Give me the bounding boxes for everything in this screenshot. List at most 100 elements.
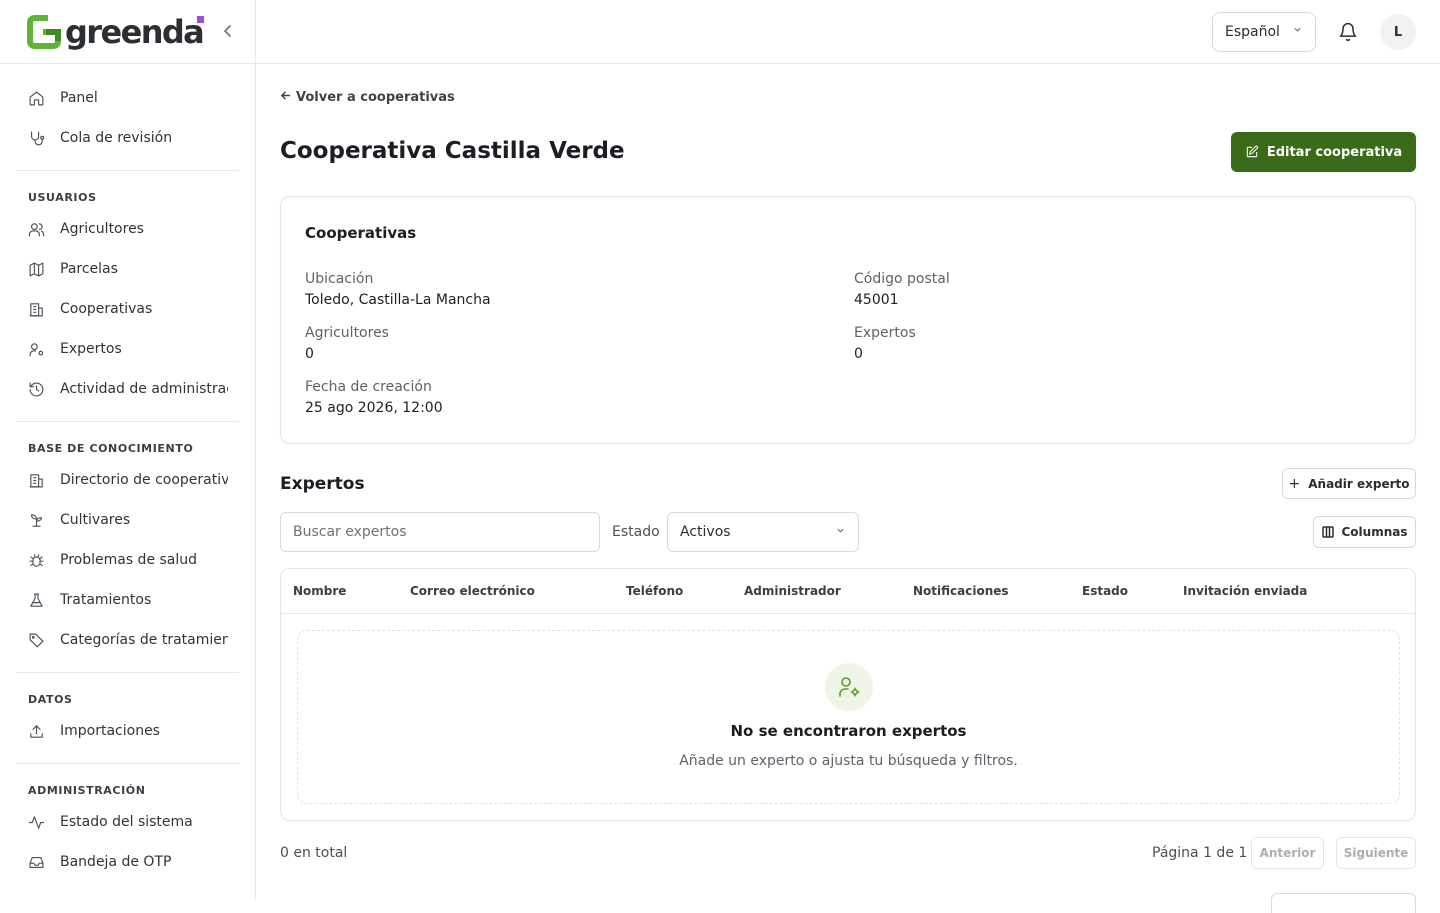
add-expert-button[interactable]: + Añadir experto bbox=[1282, 468, 1416, 499]
columns-button[interactable]: Columnas bbox=[1313, 516, 1416, 548]
sidebar-item-label: Cultivares bbox=[60, 512, 131, 528]
column-header-name[interactable]: Nombre bbox=[293, 584, 346, 598]
home-icon bbox=[29, 91, 44, 105]
empty-state-subtitle: Añade un experto o ajusta tu búsqueda y … bbox=[679, 753, 1018, 769]
page-info: Página 1 de 1 bbox=[1152, 845, 1248, 861]
sidebar-item-label: Panel bbox=[60, 90, 98, 106]
experts-table: Nombre Correo electrónico Teléfono Admin… bbox=[280, 568, 1416, 821]
building-icon bbox=[29, 302, 43, 316]
search-placeholder: Buscar expertos bbox=[293, 524, 407, 540]
sprout-icon bbox=[30, 513, 43, 527]
brand-name: greenda bbox=[65, 12, 205, 51]
sidebar-item-label: Expertos bbox=[60, 341, 122, 357]
field-label: Código postal bbox=[854, 271, 950, 287]
chevron-left-icon[interactable] bbox=[219, 22, 237, 40]
sidebar-item-treatments[interactable]: Tratamientos bbox=[16, 580, 228, 620]
back-link[interactable]: Volver a cooperativas bbox=[280, 90, 455, 105]
users-icon bbox=[28, 222, 45, 236]
columns-icon bbox=[1321, 526, 1334, 538]
stethoscope-icon bbox=[30, 131, 45, 145]
greenda-logo-icon bbox=[27, 14, 61, 49]
column-header-admin[interactable]: Administrador bbox=[744, 584, 841, 598]
brand: greenda bbox=[0, 0, 255, 64]
nav-group-data: DATOS Importaciones bbox=[16, 673, 239, 764]
topbar: Español L bbox=[256, 0, 1440, 64]
sidebar-item-label: Cola de revisión bbox=[60, 130, 173, 146]
nav-group-title: ADMINISTRACIÓN bbox=[28, 784, 146, 797]
chevron-down-icon bbox=[836, 526, 845, 538]
field-label: Agricultores bbox=[305, 325, 389, 341]
language-select[interactable]: Español bbox=[1212, 12, 1316, 52]
status-filter-label: Estado bbox=[612, 524, 660, 540]
field-postal-code: Código postal 45001 bbox=[854, 271, 950, 308]
sidebar-item-label: Agricultores bbox=[60, 221, 144, 237]
page-title: Cooperativa Castilla Verde bbox=[280, 138, 625, 164]
empty-state: No se encontraron expertos Añade un expe… bbox=[297, 630, 1400, 804]
columns-label: Columnas bbox=[1341, 525, 1408, 539]
language-value: Español bbox=[1225, 24, 1280, 40]
previous-page-button[interactable]: Anterior bbox=[1251, 837, 1324, 869]
sidebar-item-farmers[interactable]: Agricultores bbox=[16, 209, 228, 249]
upload-icon bbox=[30, 724, 43, 738]
experts-section-title: Expertos bbox=[280, 474, 365, 494]
field-value: 0 bbox=[305, 346, 314, 362]
history-icon bbox=[29, 382, 44, 396]
nav-group-knowledge: BASE DE CONOCIMIENTO Directorio de coope… bbox=[16, 422, 239, 673]
table-header: Nombre Correo electrónico Teléfono Admin… bbox=[281, 569, 1415, 614]
sidebar-item-label: Parcelas bbox=[60, 261, 118, 277]
status-filter-select[interactable]: Activos bbox=[667, 512, 859, 552]
column-header-invitation[interactable]: Invitación enviada bbox=[1183, 584, 1307, 598]
nav-group-admin: ADMINISTRACIÓN Estado del sistema Bandej… bbox=[16, 764, 239, 894]
field-value: 25 ago 2026, 12:00 bbox=[305, 400, 443, 416]
details-card: Cooperativas Ubicación Toledo, Castilla-… bbox=[280, 196, 1416, 444]
search-input[interactable]: Buscar expertos bbox=[280, 512, 600, 552]
sidebar-item-panel[interactable]: Panel bbox=[16, 78, 228, 118]
sidebar-item-label: Categorías de tratamiento bbox=[60, 632, 228, 648]
partial-button[interactable] bbox=[1271, 893, 1416, 913]
sidebar-item-label: Importaciones bbox=[60, 723, 160, 739]
sidebar-item-review-queue[interactable]: Cola de revisión bbox=[16, 118, 228, 158]
edit-cooperative-button[interactable]: Editar cooperativa bbox=[1231, 132, 1416, 172]
column-header-phone[interactable]: Teléfono bbox=[626, 584, 683, 598]
sidebar-item-cooperatives[interactable]: Cooperativas bbox=[16, 289, 228, 329]
nav-group-main: Panel Cola de revisión bbox=[16, 64, 239, 171]
nav-group-title: DATOS bbox=[28, 693, 73, 706]
sidebar-item-system-status[interactable]: Estado del sistema bbox=[16, 802, 228, 842]
avatar[interactable]: L bbox=[1380, 14, 1416, 50]
sidebar-item-label: Estado del sistema bbox=[60, 814, 193, 830]
arrow-left-icon bbox=[280, 90, 291, 105]
sidebar-item-coop-directory[interactable]: Directorio de cooperativas bbox=[16, 460, 228, 500]
bell-icon[interactable] bbox=[1338, 22, 1358, 42]
plus-icon: + bbox=[1288, 475, 1301, 492]
sidebar-item-imports[interactable]: Importaciones bbox=[16, 711, 228, 751]
sidebar-item-treatment-categories[interactable]: Categorías de tratamiento bbox=[16, 620, 228, 660]
user-cog-icon bbox=[839, 677, 860, 697]
sidebar-item-label: Actividad de administración bbox=[60, 381, 228, 397]
chevron-down-icon bbox=[1293, 25, 1302, 37]
field-label: Fecha de creación bbox=[305, 379, 432, 395]
sidebar-item-admin-activity[interactable]: Actividad de administración bbox=[16, 369, 228, 409]
sidebar-item-plots[interactable]: Parcelas bbox=[16, 249, 228, 289]
field-farmers: Agricultores 0 bbox=[305, 325, 389, 362]
column-header-email[interactable]: Correo electrónico bbox=[410, 584, 535, 598]
field-location: Ubicación Toledo, Castilla-La Mancha bbox=[305, 271, 491, 308]
sidebar-item-otp-inbox[interactable]: Bandeja de OTP bbox=[16, 842, 228, 882]
sidebar-item-health-issues[interactable]: Problemas de salud bbox=[16, 540, 228, 580]
map-icon bbox=[29, 262, 44, 276]
back-link-label: Volver a cooperativas bbox=[296, 90, 455, 105]
field-value: Toledo, Castilla-La Mancha bbox=[305, 292, 491, 308]
empty-state-badge bbox=[825, 663, 873, 711]
user-cog-icon bbox=[29, 342, 44, 356]
bug-icon bbox=[29, 553, 44, 567]
sidebar-item-experts[interactable]: Expertos bbox=[16, 329, 228, 369]
brand-dot bbox=[197, 16, 204, 23]
total-count: 0 en total bbox=[280, 845, 348, 861]
next-page-button[interactable]: Siguiente bbox=[1336, 837, 1416, 869]
column-header-notifications[interactable]: Notificaciones bbox=[913, 584, 1009, 598]
sidebar-item-cultivars[interactable]: Cultivares bbox=[16, 500, 228, 540]
column-header-status[interactable]: Estado bbox=[1082, 584, 1128, 598]
activity-icon bbox=[28, 815, 45, 829]
sidebar-item-label: Cooperativas bbox=[60, 301, 153, 317]
inbox-icon bbox=[29, 856, 44, 868]
field-experts: Expertos 0 bbox=[854, 325, 916, 362]
